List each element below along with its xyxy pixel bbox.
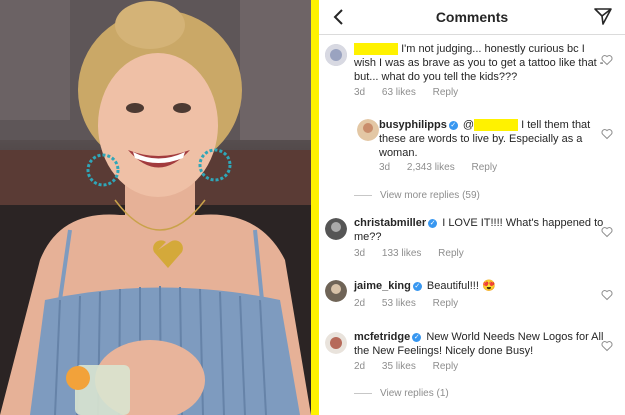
mention[interactable]: @ — [463, 119, 474, 131]
comment-time: 2d — [354, 361, 366, 372]
comment-meta: 3d 133 likes Reply — [354, 248, 478, 259]
heart-icon[interactable] — [601, 340, 613, 352]
comment-username[interactable]: busyphilipps — [379, 119, 447, 131]
view-more-replies[interactable]: View more replies (59) — [354, 190, 480, 201]
reply-link[interactable]: Reply — [472, 162, 498, 173]
divider-dash — [354, 194, 372, 196]
comment-likes[interactable]: 63 likes — [382, 87, 416, 98]
verified-badge-icon: ✓ — [412, 332, 422, 342]
comment-text: busyphilipps ✓ @ I tell them that these a… — [379, 119, 591, 159]
comment-time: 3d — [379, 162, 391, 173]
reply-link[interactable]: Reply — [438, 248, 464, 259]
reply-link[interactable]: Reply — [433, 87, 459, 98]
avatar[interactable] — [357, 119, 379, 141]
comment-meta: 3d 63 likes Reply — [354, 87, 472, 98]
reply-link[interactable]: Reply — [433, 361, 459, 372]
direct-send-icon[interactable] — [593, 6, 613, 26]
verified-badge-icon: ✓ — [448, 120, 458, 130]
heart-icon[interactable] — [601, 128, 613, 140]
comment-likes[interactable]: 133 likes — [382, 248, 421, 259]
view-replies[interactable]: View replies (1) — [354, 388, 449, 399]
comments-panel: Comments I'm not judging... honestly cur… — [319, 0, 625, 415]
comment-username[interactable]: christabmiller — [354, 217, 426, 229]
comment-username[interactable]: mcfetridge — [354, 331, 410, 343]
comment-meta: 2d 35 likes Reply — [354, 361, 472, 372]
photo — [0, 0, 311, 415]
comment-likes[interactable]: 53 likes — [382, 298, 416, 309]
heart-icon[interactable] — [601, 226, 613, 238]
comment-time: 2d — [354, 298, 366, 309]
comment-meta: 3d 2,343 likes Reply — [379, 162, 511, 173]
header-bar: Comments — [319, 0, 625, 35]
comment-text: I'm not judging... honestly curious bc I… — [354, 43, 604, 83]
reply-link[interactable]: Reply — [433, 298, 459, 309]
avatar[interactable] — [325, 280, 347, 302]
comment-username[interactable]: jaime_king — [354, 280, 411, 292]
avatar[interactable] — [325, 332, 347, 354]
verified-badge-icon: ✓ — [428, 218, 438, 228]
comment-time: 3d — [354, 87, 366, 98]
heart-icon[interactable] — [601, 289, 613, 301]
avatar[interactable] — [325, 218, 347, 240]
verified-badge-icon: ✓ — [412, 281, 422, 291]
comment-likes[interactable]: 35 likes — [382, 361, 416, 372]
comment-text: mcfetridge ✓ New World Needs New Logos fo… — [354, 331, 604, 357]
comment-time: 3d — [354, 248, 366, 259]
redacted-username — [474, 119, 519, 132]
comment-meta: 2d 53 likes Reply — [354, 298, 472, 309]
woman-photo-illustration — [0, 0, 311, 415]
avatar[interactable] — [325, 44, 347, 66]
comment-text: jaime_king ✓ Beautiful!!! 😍 — [354, 280, 496, 292]
comment-text: christabmiller ✓ I LOVE IT!!!! What's hap… — [354, 217, 604, 243]
divider-dash — [354, 392, 372, 394]
comment-likes[interactable]: 2,343 likes — [407, 162, 455, 173]
heart-icon[interactable] — [601, 54, 613, 66]
page-title: Comments — [435, 9, 509, 25]
yellow-divider — [311, 0, 319, 415]
redacted-username — [354, 43, 398, 56]
